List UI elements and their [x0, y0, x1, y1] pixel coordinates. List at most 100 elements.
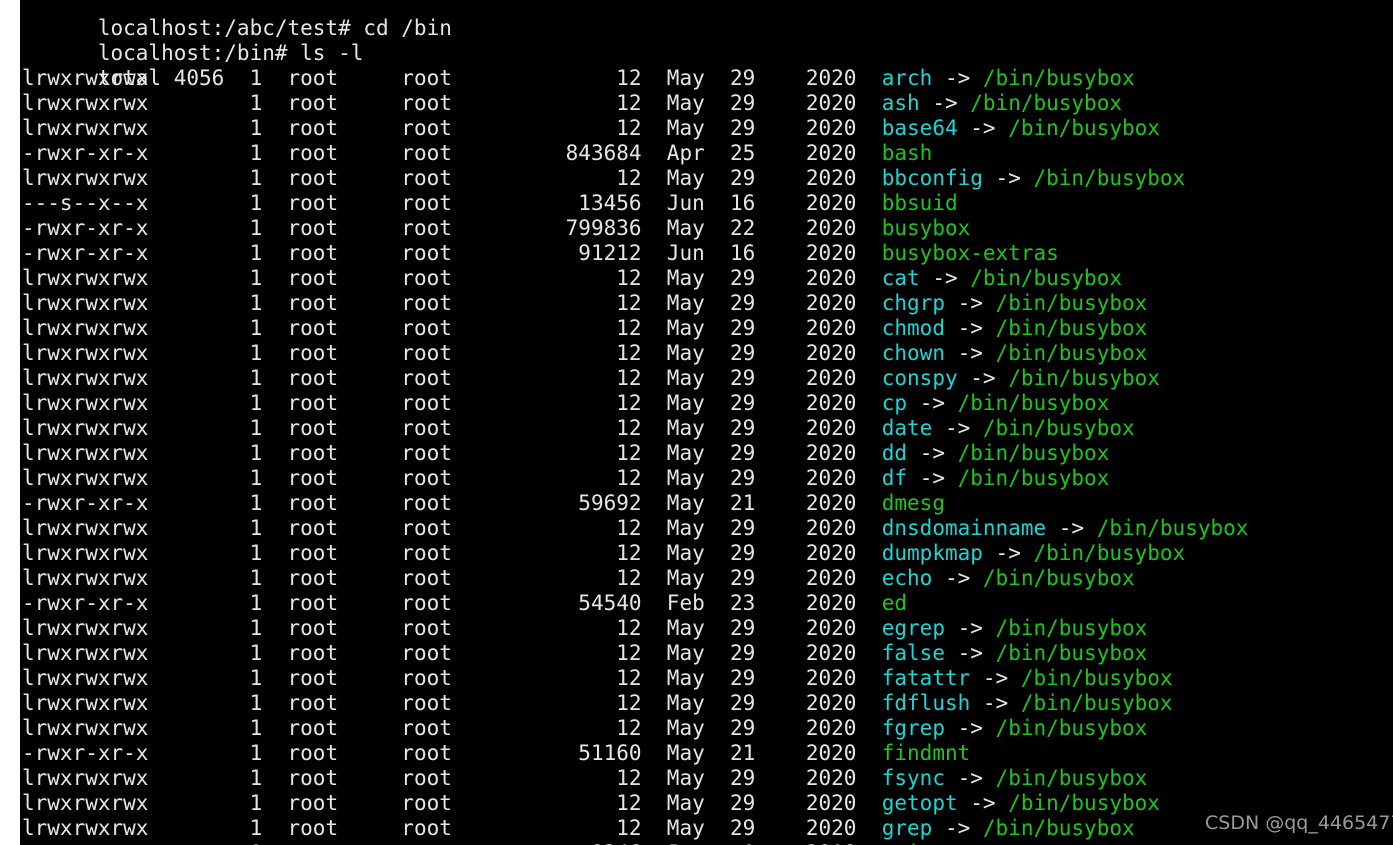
file-permissions: -rwxr-xr-x: [22, 216, 149, 240]
symlink-target[interactable]: /bin/busybox: [958, 391, 1110, 415]
symlink-target[interactable]: /bin/busybox: [970, 266, 1122, 290]
file-metadata: 1 root root 12 May 29 2020: [148, 641, 882, 665]
left-margin-strip: [0, 0, 20, 845]
file-metadata: 1 root root 12 May 29 2020: [148, 266, 882, 290]
file-metadata: 1 root root 12 May 29 2020: [148, 616, 882, 640]
symlink-arrow-icon: ->: [907, 441, 958, 465]
symlink-target[interactable]: /bin/busybox: [983, 816, 1135, 840]
file-metadata: 1 root root 12 May 29 2020: [148, 766, 882, 790]
file-permissions: lrwxrwxrwx: [22, 116, 149, 140]
table-row: lrwxrwxrwx 1 root root 12 May 29 2020 fg…: [22, 716, 1393, 741]
file-name[interactable]: bbconfig: [882, 166, 983, 190]
file-name[interactable]: df: [882, 466, 907, 490]
file-name[interactable]: echo: [882, 566, 933, 590]
file-name[interactable]: grep: [882, 816, 933, 840]
file-name[interactable]: getopt: [882, 791, 958, 815]
file-metadata: 1 root root 12 May 29 2020: [148, 291, 882, 315]
symlink-target[interactable]: /bin/busybox: [1008, 791, 1160, 815]
symlink-arrow-icon: ->: [944, 766, 996, 790]
file-name[interactable]: ed: [882, 591, 907, 615]
file-name[interactable]: dumpkmap: [882, 541, 983, 565]
symlink-target[interactable]: /bin/busybox: [1021, 691, 1173, 715]
file-name[interactable]: base64: [882, 116, 958, 140]
file-name[interactable]: egrep: [882, 616, 945, 640]
file-metadata: 1 root root 12 May 29 2020: [148, 816, 882, 840]
file-name[interactable]: busybox: [882, 216, 971, 240]
file-name[interactable]: date: [882, 416, 933, 440]
symlink-arrow-icon: ->: [932, 816, 983, 840]
symlink-arrow-icon: ->: [944, 616, 996, 640]
file-permissions: lrwxrwxrwx: [22, 466, 149, 490]
file-permissions: lrwxrwxrwx: [22, 766, 149, 790]
symlink-target[interactable]: /bin/busybox: [958, 441, 1110, 465]
file-name[interactable]: cp: [882, 391, 907, 415]
file-name[interactable]: fsync: [882, 766, 945, 790]
file-name[interactable]: cat: [882, 266, 920, 290]
file-name[interactable]: false: [882, 641, 945, 665]
file-name[interactable]: dnsdomainname: [882, 516, 1046, 540]
file-name[interactable]: conspy: [882, 366, 958, 390]
file-permissions: -rwxr-xr-x: [22, 491, 149, 515]
file-permissions: lrwxrwxrwx: [22, 266, 149, 290]
symlink-target[interactable]: /bin/busybox: [983, 566, 1135, 590]
file-name[interactable]: fgrep: [882, 716, 945, 740]
symlink-target[interactable]: /bin/busybox: [996, 291, 1148, 315]
file-permissions: lrwxrwxrwx: [22, 291, 149, 315]
symlink-arrow-icon: ->: [970, 666, 1021, 690]
file-name[interactable]: fdflush: [882, 691, 971, 715]
symlink-arrow-icon: ->: [944, 341, 996, 365]
file-name[interactable]: ash: [882, 91, 920, 115]
table-row: lrwxrwxrwx 1 root root 12 May 29 2020 fa…: [22, 666, 1393, 691]
file-name[interactable]: findmnt: [882, 741, 971, 765]
symlink-target[interactable]: /bin/busybox: [996, 716, 1148, 740]
file-name[interactable]: chmod: [882, 316, 945, 340]
symlink-target[interactable]: /bin/busybox: [996, 616, 1148, 640]
symlink-target[interactable]: /bin/busybox: [1008, 366, 1160, 390]
symlink-arrow-icon: ->: [957, 116, 1009, 140]
symlink-target[interactable]: /bin/busybox: [970, 91, 1122, 115]
file-permissions: lrwxrwxrwx: [22, 166, 149, 190]
symlink-target[interactable]: /bin/busybox: [1033, 166, 1185, 190]
file-name[interactable]: busybox-extras: [882, 241, 1059, 265]
symlink-arrow-icon: ->: [982, 166, 1034, 190]
file-name[interactable]: gzip: [882, 841, 933, 845]
file-metadata: 1 root root 799836 May 22 2020: [148, 216, 882, 240]
file-metadata: 1 root root 12 May 29 2020: [148, 416, 882, 440]
file-name[interactable]: chgrp: [882, 291, 945, 315]
file-metadata: 1 root root 59692 May 21 2020: [148, 491, 882, 515]
file-permissions: lrwxrwxrwx: [22, 716, 149, 740]
table-row: lrwxrwxrwx 1 root root 12 May 29 2020 co…: [22, 366, 1393, 391]
table-row: ---s--x--x 1 root root 13456 Jun 16 2020…: [22, 191, 1393, 216]
symlink-target[interactable]: /bin/busybox: [1097, 516, 1249, 540]
file-permissions: lrwxrwxrwx: [22, 341, 149, 365]
terminal-output[interactable]: localhost:/abc/test# cd /bin localhost:/…: [22, 0, 1393, 845]
symlink-target[interactable]: /bin/busybox: [996, 316, 1148, 340]
symlink-target[interactable]: /bin/busybox: [983, 416, 1135, 440]
file-name[interactable]: dmesg: [882, 491, 945, 515]
symlink-target[interactable]: /bin/busybox: [983, 66, 1135, 90]
file-metadata: 1 root root 12 May 29 2020: [148, 91, 882, 115]
file-metadata: 1 root root 12 May 29 2020: [148, 716, 882, 740]
file-metadata: 1 root root 12 May 29 2020: [148, 566, 882, 590]
file-name[interactable]: fatattr: [882, 666, 971, 690]
file-name[interactable]: dd: [882, 441, 907, 465]
symlink-arrow-icon: ->: [919, 91, 971, 115]
symlink-target[interactable]: /bin/busybox: [996, 341, 1148, 365]
file-permissions: -rwxr-xr-x: [22, 141, 149, 165]
file-metadata: 1 root root 12 May 29 2020: [148, 666, 882, 690]
table-row: lrwxrwxrwx 1 root root 12 May 29 2020 fa…: [22, 641, 1393, 666]
symlink-target[interactable]: /bin/busybox: [1008, 116, 1160, 140]
scrollback-prompt-line: localhost:/abc/test# cd /bin: [22, 0, 1393, 40]
terminal-window: localhost:/abc/test# cd /bin localhost:/…: [0, 0, 1393, 845]
file-name[interactable]: bbsuid: [882, 191, 958, 215]
symlink-target[interactable]: /bin/busybox: [1033, 541, 1185, 565]
file-name[interactable]: chown: [882, 341, 945, 365]
file-name[interactable]: arch: [882, 66, 933, 90]
symlink-target[interactable]: /bin/busybox: [958, 466, 1110, 490]
file-permissions: lrwxrwxrwx: [22, 666, 149, 690]
table-row: lrwxrwxrwx 1 root root 12 May 29 2020 dn…: [22, 516, 1393, 541]
symlink-target[interactable]: /bin/busybox: [1021, 666, 1173, 690]
symlink-target[interactable]: /bin/busybox: [996, 766, 1148, 790]
symlink-target[interactable]: /bin/busybox: [996, 641, 1148, 665]
file-name[interactable]: bash: [882, 141, 933, 165]
